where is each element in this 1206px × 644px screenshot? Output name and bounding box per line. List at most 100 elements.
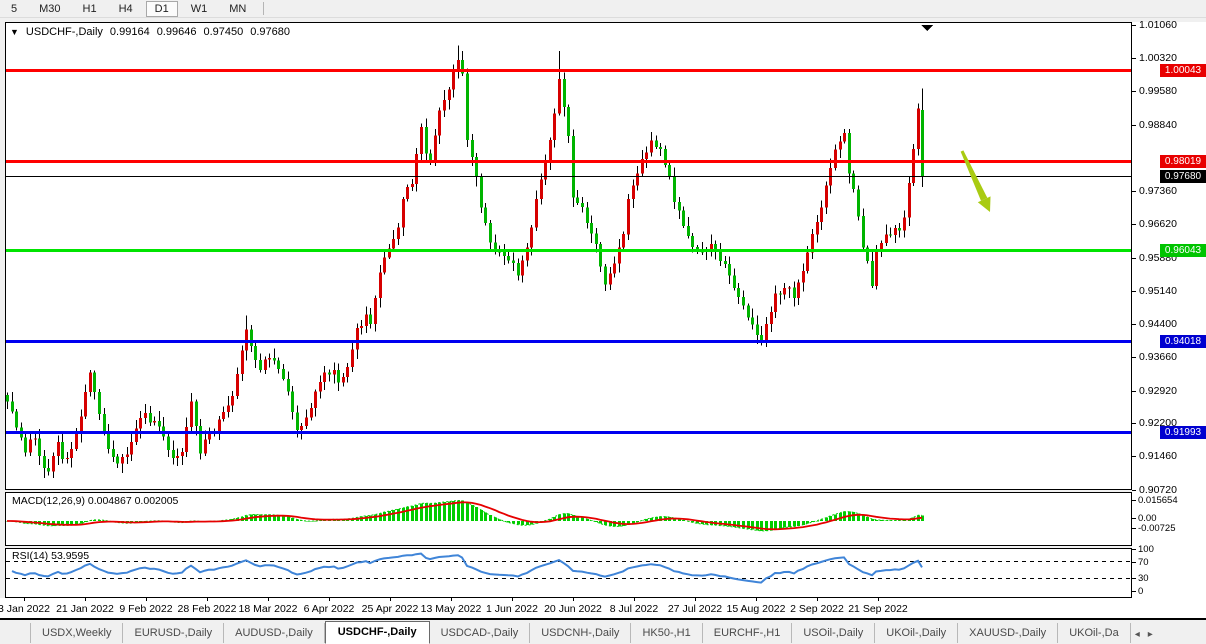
candle-body (448, 89, 451, 100)
tab-usoil-daily[interactable]: USOil-,Daily (792, 623, 875, 643)
price-level-chip: 0.98019 (1160, 155, 1206, 168)
price-tick-mark (1132, 456, 1136, 457)
macd-tick-mark (1132, 528, 1136, 529)
candle-body (296, 412, 299, 430)
tabs-scroll-left-icon[interactable]: ◂ (1131, 625, 1144, 644)
price-chart-canvas[interactable] (6, 23, 1131, 488)
date-tick-mark (817, 598, 818, 601)
macd-histogram-bar (374, 515, 377, 521)
candle-body (567, 107, 570, 136)
candle-body (586, 207, 589, 223)
price-tick-label: 0.98840 (1139, 119, 1177, 131)
candle-body (852, 174, 855, 190)
tab-usdx-weekly[interactable]: USDX,Weekly (30, 623, 123, 643)
rsi-axis-label: 70 (1138, 557, 1149, 568)
candle-body (434, 136, 437, 160)
timeframe-button-d1[interactable]: D1 (146, 1, 178, 17)
candle-body (259, 360, 262, 370)
date-label: 15 Aug 2022 (721, 603, 791, 615)
tab-audusd-daily[interactable]: AUDUSD-,Daily (224, 623, 325, 643)
macd-histogram-bar (737, 521, 740, 528)
tabs-scroll-right-icon[interactable]: ▸ (1144, 625, 1157, 644)
tab-usdcad-daily[interactable]: USDCAD-,Daily (430, 623, 531, 643)
candle-body (825, 186, 828, 208)
candle-body (314, 392, 317, 408)
tab-usdchf-daily[interactable]: USDCHF-,Daily (325, 621, 430, 644)
candle-body (139, 418, 142, 429)
tab-ukoil-da[interactable]: UKOil-,Da (1058, 623, 1131, 643)
date-tick-mark (329, 598, 330, 601)
rsi-canvas[interactable] (6, 549, 1131, 597)
candle-body (43, 456, 46, 468)
candle-body (862, 216, 865, 248)
timeframe-button-m30[interactable]: M30 (30, 1, 69, 17)
tab-ukoil-daily[interactable]: UKOil-,Daily (875, 623, 958, 643)
timeframe-button-5[interactable]: 5 (2, 1, 26, 17)
price-tick-label: 1.00320 (1139, 52, 1177, 64)
tab-eurchf-h1[interactable]: EURCHF-,H1 (703, 623, 793, 643)
price-tick-mark (1132, 357, 1136, 358)
candle-body (185, 427, 188, 452)
candle-body (365, 314, 368, 326)
macd-axis-label: 0.015654 (1138, 495, 1178, 506)
date-label: 13 May 2022 (416, 603, 486, 615)
candle-body (61, 442, 64, 459)
candle-body (576, 197, 579, 203)
candle-body (489, 223, 492, 242)
candle-body (457, 60, 460, 69)
candle-body (52, 456, 55, 472)
tab-eurusd-daily[interactable]: EURUSD-,Daily (123, 623, 224, 643)
timeframe-button-h4[interactable]: H4 (110, 1, 142, 17)
candle-body (250, 330, 253, 346)
candle-body (356, 328, 359, 350)
sell-arrow-annotation (961, 150, 991, 212)
tab-hk50-h1[interactable]: HK50-,H1 (631, 623, 702, 643)
candle-body (273, 358, 276, 360)
candle-body (158, 421, 161, 427)
symbol-tabs-bar: USDX,WeeklyEURUSD-,DailyAUDUSD-,DailyUSD… (0, 620, 1206, 644)
candle-body (93, 373, 96, 392)
candle-body (66, 458, 69, 459)
candle-body (236, 374, 239, 396)
timeframe-button-h1[interactable]: H1 (74, 1, 106, 17)
candle-body (678, 202, 681, 211)
tab-xauusd-daily[interactable]: XAUUSD-,Daily (958, 623, 1058, 643)
timeframe-button-mn[interactable]: MN (220, 1, 255, 17)
candle-body (70, 449, 73, 458)
timeframe-button-w1[interactable]: W1 (182, 1, 217, 17)
macd-histogram-bar (282, 516, 285, 521)
candle-body (452, 69, 455, 90)
date-tick-mark (207, 598, 208, 601)
candle-body (903, 218, 906, 231)
macd-histogram-bar (420, 504, 423, 522)
date-tick-mark (573, 598, 574, 601)
date-tick-mark (634, 598, 635, 601)
candle-body (521, 260, 524, 275)
candle-body (843, 133, 846, 142)
candle-body (333, 370, 336, 374)
candle-body (24, 438, 27, 453)
date-label: 8 Jul 2022 (599, 603, 669, 615)
candle-body (195, 402, 198, 427)
candle-body (770, 312, 773, 324)
price-tick-label: 0.97360 (1139, 185, 1177, 197)
candle-body (34, 438, 37, 439)
date-label: 28 Feb 2022 (172, 603, 242, 615)
candle-body (282, 369, 285, 379)
price-level-chip: 0.91993 (1160, 426, 1206, 439)
candle-body (655, 141, 658, 147)
candle-body (747, 306, 750, 318)
date-tick-mark (451, 598, 452, 601)
candle-body (15, 412, 18, 428)
candle-body (342, 377, 345, 382)
candle-body (530, 228, 533, 248)
candle-body (590, 223, 593, 233)
rsi-tick-mark (1132, 549, 1136, 550)
candle-body (480, 177, 483, 208)
date-label: 2 Sep 2022 (782, 603, 852, 615)
macd-canvas[interactable] (6, 493, 1131, 545)
tab-usdcnh-daily[interactable]: USDCNH-,Daily (530, 623, 631, 643)
candle-body (503, 252, 506, 256)
candle-body (595, 233, 598, 244)
candle-body (11, 402, 14, 412)
